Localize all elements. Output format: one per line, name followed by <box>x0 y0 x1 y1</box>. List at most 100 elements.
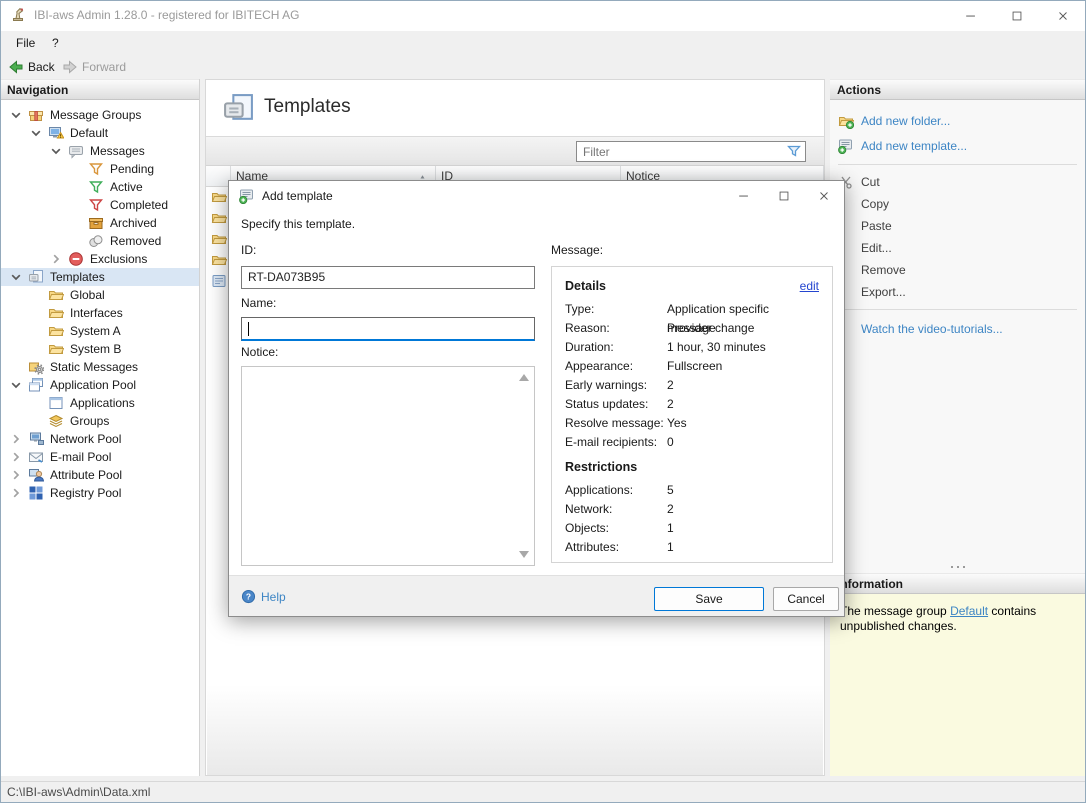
msg-groups-icon <box>28 107 44 123</box>
minimize-button[interactable] <box>948 0 994 31</box>
default-group-link[interactable]: Default <box>950 604 988 618</box>
nav-item-label: Global <box>70 288 105 302</box>
nav-item-label: Static Messages <box>50 360 139 374</box>
filter-funnel-icon[interactable] <box>786 143 802 159</box>
close-icon <box>1056 9 1070 23</box>
data-file-path: C:\IBI-aws\Admin\Data.xml <box>7 785 151 799</box>
edit-link[interactable]: edit <box>800 279 819 293</box>
nav-item-default[interactable]: Default <box>0 124 199 142</box>
folder-icon <box>48 305 64 321</box>
action-remove[interactable]: Remove <box>830 259 1085 281</box>
actions-list: Add new folder... Add new template... Cut C… <box>830 100 1085 341</box>
chevron-right-icon[interactable] <box>8 449 24 465</box>
chevron-down-icon[interactable] <box>48 143 64 159</box>
nav-item-system-b[interactable]: System B <box>0 340 199 358</box>
nav-item-label: Groups <box>70 414 110 428</box>
restrictions-rows: Applications: 5 Network: 2 Objects: 1 Attribut… <box>565 481 819 557</box>
action-cut[interactable]: Cut <box>830 171 1085 193</box>
svg-text:?: ? <box>246 592 251 602</box>
nav-item-attribute-pool[interactable]: Attribute Pool <box>0 466 199 484</box>
chevron-right-icon[interactable] <box>8 467 24 483</box>
dialog-titlebar[interactable]: Add template <box>229 181 844 211</box>
save-button[interactable]: Save <box>654 587 764 611</box>
nav-item-interfaces[interactable]: Interfaces <box>0 304 199 322</box>
cancel-button[interactable]: Cancel <box>773 587 839 611</box>
actions-panel: Actions Add new folder... Add new templat… <box>830 79 1086 776</box>
scroll-up-icon[interactable] <box>519 374 529 381</box>
detail-label: Type: <box>565 302 595 316</box>
filter-input[interactable] <box>576 141 806 162</box>
add-template-icon <box>239 188 255 204</box>
nav-item-application-pool[interactable]: Application Pool <box>0 376 199 394</box>
detail-value: Fullscreen <box>667 359 723 373</box>
action-export[interactable]: Export... <box>830 281 1085 303</box>
dialog-close-button[interactable] <box>804 181 844 211</box>
nav-item-templates[interactable]: Templates <box>0 268 199 286</box>
notice-label: Notice: <box>241 345 279 359</box>
id-label: ID: <box>241 243 257 257</box>
detail-row: Appearance: Fullscreen <box>565 357 819 376</box>
menu-file[interactable]: File <box>10 31 41 55</box>
dialog-minimize-button[interactable] <box>724 181 764 211</box>
nav-item-pending[interactable]: Pending <box>0 160 199 178</box>
nav-item-removed[interactable]: Removed <box>0 232 199 250</box>
action-watch-the-video-tutorials[interactable]: Watch the video-tutorials... <box>830 316 1085 341</box>
nav-item-static-messages[interactable]: Static Messages <box>0 358 199 376</box>
folder-icon <box>211 210 227 226</box>
navigation-panel: Navigation Message Groups Default Messages… <box>0 79 200 776</box>
nav-item-applications[interactable]: Applications <box>0 394 199 412</box>
action-edit[interactable]: Edit... <box>830 237 1085 259</box>
filter-bar <box>206 136 824 166</box>
chevron-right-icon[interactable] <box>8 431 24 447</box>
applications-icon <box>48 395 64 411</box>
chevron-down-icon[interactable] <box>8 107 24 123</box>
restriction-row: Network: 2 <box>565 500 819 519</box>
nav-item-exclusions[interactable]: Exclusions <box>0 250 199 268</box>
nav-item-e-mail-pool[interactable]: E-mail Pool <box>0 448 199 466</box>
maximize-button[interactable] <box>994 0 1040 31</box>
action-add-new-template[interactable]: Add new template... <box>830 133 1085 158</box>
nav-item-network-pool[interactable]: Network Pool <box>0 430 199 448</box>
name-field[interactable] <box>241 317 535 341</box>
menu-help[interactable]: ? <box>46 31 65 55</box>
action-copy[interactable]: Copy <box>830 193 1085 215</box>
nav-item-messages[interactable]: Messages <box>0 142 199 160</box>
chevron-down-icon[interactable] <box>8 377 24 393</box>
nav-item-label: Templates <box>50 270 105 284</box>
nav-item-system-a[interactable]: System A <box>0 322 199 340</box>
action-paste[interactable]: Paste <box>830 215 1085 237</box>
scroll-down-icon[interactable] <box>519 551 529 558</box>
text-caret <box>248 322 249 336</box>
nav-item-archived[interactable]: Archived <box>0 214 199 232</box>
name-label: Name: <box>241 296 277 310</box>
nav-item-registry-pool[interactable]: Registry Pool <box>0 484 199 502</box>
nav-item-label: E-mail Pool <box>50 450 112 464</box>
chevron-down-icon[interactable] <box>28 125 44 141</box>
nav-item-completed[interactable]: Completed <box>0 196 199 214</box>
dialog-maximize-button[interactable] <box>764 181 804 211</box>
actions-separator <box>838 164 1077 165</box>
id-field[interactable]: RT-DA073B95 <box>241 266 535 289</box>
nav-item-label: Application Pool <box>50 378 137 392</box>
chevron-down-icon[interactable] <box>8 269 24 285</box>
nav-item-message-groups[interactable]: Message Groups <box>0 106 199 124</box>
nav-item-label: Archived <box>110 216 157 230</box>
splitter-grip[interactable] <box>830 561 1085 573</box>
nav-item-groups[interactable]: Groups <box>0 412 199 430</box>
folder-icon <box>48 287 64 303</box>
action-add-new-folder[interactable]: Add new folder... <box>830 108 1085 133</box>
close-button[interactable] <box>1040 0 1086 31</box>
app-logo-icon <box>10 7 26 23</box>
chevron-right-icon[interactable] <box>48 251 64 267</box>
chevron-right-icon[interactable] <box>8 485 24 501</box>
notice-field[interactable] <box>241 366 535 566</box>
restriction-row: Attributes: 1 <box>565 538 819 557</box>
nav-item-global[interactable]: Global <box>0 286 199 304</box>
back-button[interactable]: Back <box>8 55 55 79</box>
funnel-orange-icon <box>88 161 104 177</box>
nav-item-label: Interfaces <box>70 306 123 320</box>
help-link[interactable]: ? Help <box>241 576 286 617</box>
restriction-label: Network: <box>565 502 613 516</box>
add-folder-icon <box>838 113 854 129</box>
nav-item-active[interactable]: Active <box>0 178 199 196</box>
